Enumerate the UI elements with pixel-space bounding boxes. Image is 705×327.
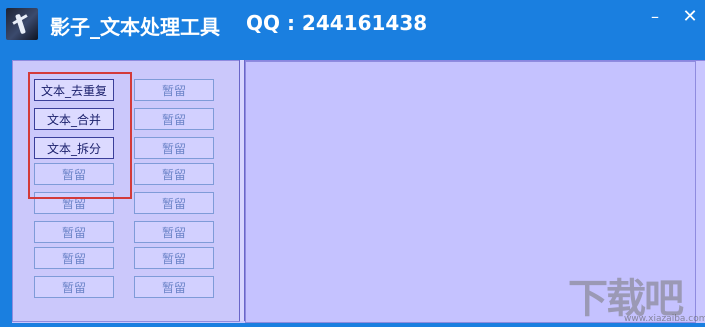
close-button[interactable]: ✕ bbox=[675, 6, 705, 28]
reserved-button[interactable]: 暂留 bbox=[134, 163, 214, 185]
split-button[interactable]: 文本_拆分 bbox=[34, 137, 114, 159]
title-bar: 影子_文本处理工具 QQ : 244161438 – ✕ bbox=[0, 0, 705, 50]
reserved-button[interactable]: 暂留 bbox=[34, 163, 114, 185]
reserved-button[interactable]: 暂留 bbox=[134, 276, 214, 298]
reserved-button[interactable]: 暂留 bbox=[34, 221, 114, 243]
merge-button[interactable]: 文本_合并 bbox=[34, 108, 114, 130]
minimize-button[interactable]: – bbox=[640, 6, 670, 28]
reserved-button[interactable]: 暂留 bbox=[34, 276, 114, 298]
reserved-button[interactable]: 暂留 bbox=[134, 108, 214, 130]
app-icon bbox=[6, 8, 38, 40]
dedupe-button[interactable]: 文本_去重复 bbox=[34, 79, 114, 101]
content-panel bbox=[245, 61, 696, 323]
reserved-button[interactable]: 暂留 bbox=[134, 221, 214, 243]
reserved-button[interactable]: 暂留 bbox=[134, 79, 214, 101]
reserved-button[interactable]: 暂留 bbox=[34, 192, 114, 214]
window-title: 影子_文本处理工具 bbox=[50, 15, 220, 39]
qq-label: QQ : 244161438 bbox=[246, 11, 428, 35]
reserved-button[interactable]: 暂留 bbox=[134, 247, 214, 269]
reserved-button[interactable]: 暂留 bbox=[134, 192, 214, 214]
button-panel: 文本_去重复 文本_合并 文本_拆分 暂留 暂留 暂留 暂留 暂留 暂留 暂留 … bbox=[12, 60, 240, 322]
reserved-button[interactable]: 暂留 bbox=[134, 137, 214, 159]
reserved-button[interactable]: 暂留 bbox=[34, 247, 114, 269]
